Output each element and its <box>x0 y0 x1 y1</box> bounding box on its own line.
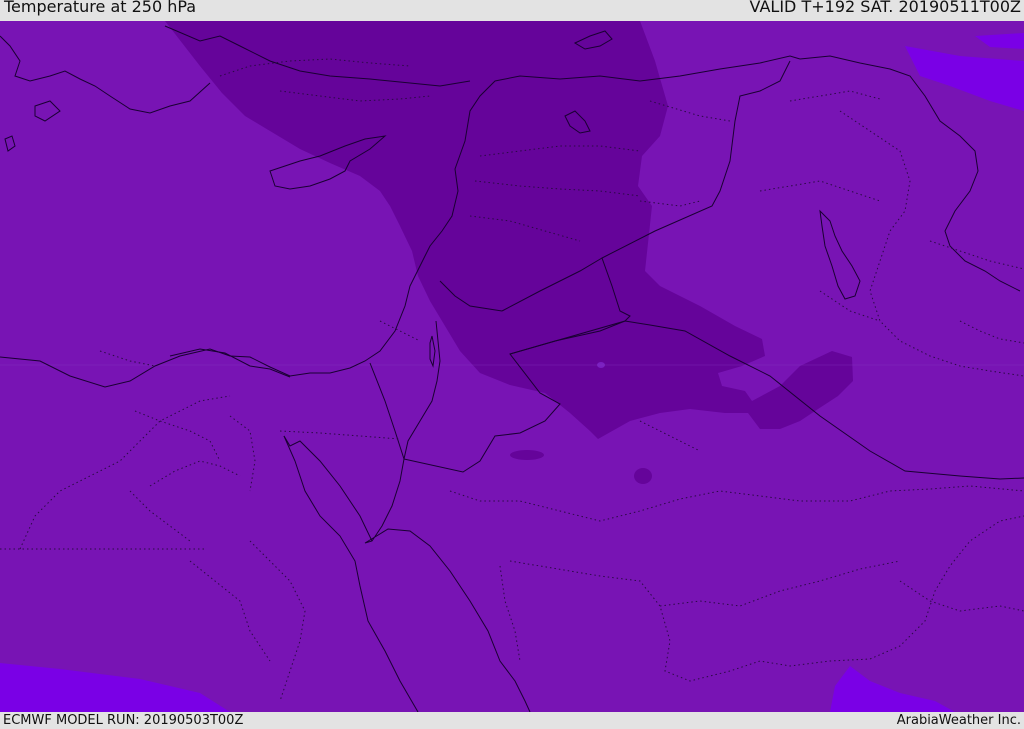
map-title: Temperature at 250 hPa <box>4 0 197 16</box>
cold-patch-small-2 <box>634 468 652 484</box>
valid-time-label: VALID T+192 SAT. 20190511T00Z <box>749 0 1021 16</box>
map-canvas <box>0 21 1024 712</box>
map-header: Temperature at 250 hPa VALID T+192 SAT. … <box>0 0 1024 21</box>
model-run-label: ECMWF MODEL RUN: 20190503T00Z <box>3 713 244 728</box>
map-footer: ECMWF MODEL RUN: 20190503T00Z ArabiaWeat… <box>0 712 1024 729</box>
cold-patch-small-1 <box>510 450 544 460</box>
temperature-map <box>0 21 1024 712</box>
credit-label: ArabiaWeather Inc. <box>896 713 1021 728</box>
